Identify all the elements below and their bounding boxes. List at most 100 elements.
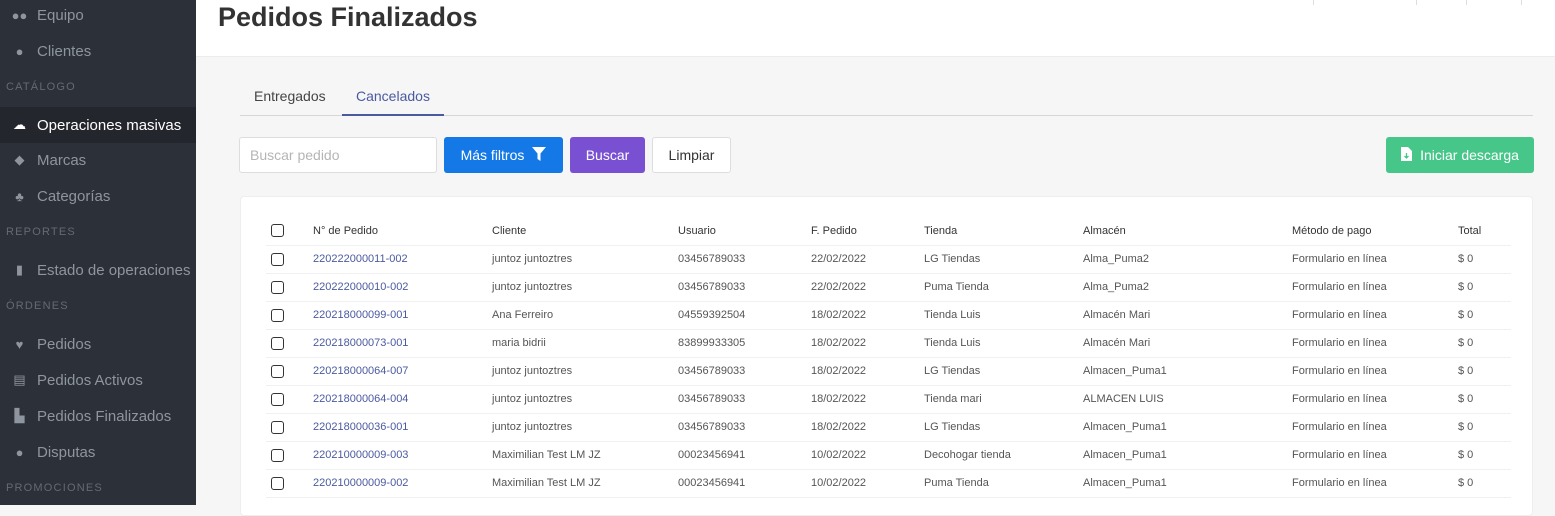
users-icon: ●●: [11, 7, 28, 23]
cell-client: Maximilian Test LM JZ: [492, 469, 678, 498]
order-link[interactable]: 220210000009-003: [313, 449, 408, 461]
cell-user: 00023456941: [678, 469, 811, 498]
row-checkbox[interactable]: [271, 280, 284, 294]
cell-total: $ 0: [1458, 357, 1511, 386]
table-row: 220218000036-001 juntoz juntoztres 0345678…: [266, 413, 1511, 442]
cell-warehouse: Almacen_Puma1: [1083, 469, 1292, 498]
col-header[interactable]: Método de pago: [1292, 217, 1458, 246]
table-row: 220210000009-002 Maximilian Test LM JZ 000…: [266, 469, 1511, 498]
cell-user: 00023456941: [678, 441, 811, 470]
order-link[interactable]: 220218000073-001: [313, 337, 408, 349]
cell-store: LG Tiendas: [924, 413, 1083, 442]
sidebar-item-pedidos-finalizados[interactable]: ▙ Pedidos Finalizados: [0, 398, 196, 434]
cell-client: Maximilian Test LM JZ: [492, 441, 678, 470]
cell-total: $ 0: [1458, 329, 1511, 358]
cell-user: 83899933305: [678, 329, 811, 358]
cell-payment-method: Formulario en línea: [1292, 413, 1458, 442]
table-header: N° de Pedido Cliente Usuario F. Pedido T…: [266, 217, 1511, 246]
row-checkbox[interactable]: [271, 308, 284, 322]
cell-user: 03456789033: [678, 385, 811, 414]
cell-store: Tienda Luis: [924, 329, 1083, 358]
select-all-checkbox[interactable]: [271, 224, 284, 238]
cell-warehouse: Almacén Mari: [1083, 301, 1292, 330]
col-header[interactable]: F. Pedido: [811, 217, 924, 246]
table-row: 220218000073-001 maria bidrii 83899933305 1…: [266, 329, 1511, 358]
table-row: 220222000011-002 juntoz juntoztres 0345678…: [266, 245, 1511, 274]
cell-total: $ 0: [1458, 385, 1511, 414]
cell-client: juntoz juntoztres: [492, 413, 678, 442]
cell-payment-method: Formulario en línea: [1292, 385, 1458, 414]
clear-button[interactable]: Limpiar: [652, 137, 731, 173]
order-link[interactable]: 220218000064-007: [313, 365, 408, 377]
cell-client: juntoz juntoztres: [492, 357, 678, 386]
tab-entregados[interactable]: Entregados: [240, 80, 340, 116]
order-link[interactable]: 220222000010-002: [313, 281, 408, 293]
section-promociones: PROMOCIONES: [6, 482, 103, 494]
cell-store: LG Tiendas: [924, 357, 1083, 386]
more-filters-button[interactable]: Más filtros: [444, 137, 563, 173]
page-header: Pedidos Finalizados: [196, 0, 1555, 57]
cell-total: $ 0: [1458, 441, 1511, 470]
row-checkbox[interactable]: [271, 364, 284, 378]
search-input[interactable]: [239, 137, 437, 173]
sidebar-item-marcas[interactable]: ◆ Marcas: [0, 142, 196, 178]
table-row: 220218000099-001 Ana Ferreiro 04559392504 1…: [266, 301, 1511, 330]
cell-store: Decohogar tienda: [924, 441, 1083, 470]
sidebar-item-estado-operaciones[interactable]: ▮ Estado de operaciones: [0, 252, 196, 288]
cell-warehouse: Almacen_Puma1: [1083, 441, 1292, 470]
sidebar-item-disputas[interactable]: ● Disputas: [0, 434, 196, 470]
order-link[interactable]: 220218000064-004: [313, 393, 408, 405]
cell-user: 03456789033: [678, 245, 811, 274]
order-link[interactable]: 220218000099-001: [313, 309, 408, 321]
cell-date: 18/02/2022: [811, 385, 924, 414]
cell-warehouse: Almacén Mari: [1083, 329, 1292, 358]
row-checkbox[interactable]: [271, 476, 284, 490]
col-header[interactable]: Total: [1458, 217, 1511, 246]
sitemap-icon: ♣: [15, 188, 24, 204]
cell-payment-method: Formulario en línea: [1292, 245, 1458, 274]
cell-client: Ana Ferreiro: [492, 301, 678, 330]
table-row: 220218000064-004 juntoz juntoztres 0345678…: [266, 385, 1511, 414]
cell-date: 18/02/2022: [811, 413, 924, 442]
sidebar-item-operaciones-masivas[interactable]: ☁ Operaciones masivas: [0, 107, 196, 143]
cloud-upload-icon: ☁: [13, 117, 26, 132]
user-icon: ●: [15, 43, 24, 59]
col-header[interactable]: Almacén: [1083, 217, 1292, 246]
search-button[interactable]: Buscar: [570, 137, 645, 173]
row-checkbox[interactable]: [271, 392, 284, 406]
sidebar-item-clientes[interactable]: ● Clientes: [0, 33, 196, 69]
row-checkbox[interactable]: [271, 336, 284, 350]
sidebar-item-pedidos-activos[interactable]: ▤ Pedidos Activos: [0, 362, 196, 398]
cell-store: Puma Tienda: [924, 273, 1083, 302]
sidebar-item-categorias[interactable]: ♣ Categorías: [0, 178, 196, 214]
tags-icon: ◆: [14, 152, 25, 167]
cell-store: Tienda Luis: [924, 301, 1083, 330]
cell-user: 03456789033: [678, 413, 811, 442]
sidebar-item-pedidos[interactable]: ♥ Pedidos: [0, 326, 196, 362]
order-link[interactable]: 220218000036-001: [313, 421, 408, 433]
cell-store: LG Tiendas: [924, 245, 1083, 274]
row-checkbox[interactable]: [271, 420, 284, 434]
tab-cancelados[interactable]: Cancelados: [342, 80, 444, 116]
comments-icon: ●: [15, 444, 24, 460]
cell-total: $ 0: [1458, 413, 1511, 442]
cell-user: 03456789033: [678, 357, 811, 386]
table-row: 220218000064-007 juntoz juntoztres 0345678…: [266, 357, 1511, 386]
row-checkbox[interactable]: [271, 252, 284, 266]
cell-payment-method: Formulario en línea: [1292, 329, 1458, 358]
row-checkbox[interactable]: [271, 448, 284, 462]
sidebar-item-equipo[interactable]: ●● Equipo: [0, 0, 196, 33]
col-header[interactable]: Usuario: [678, 217, 811, 246]
download-button[interactable]: Iniciar descarga: [1386, 137, 1534, 173]
orders-card: N° de Pedido Cliente Usuario F. Pedido T…: [240, 196, 1533, 516]
cell-warehouse: Almacen_Puma1: [1083, 413, 1292, 442]
col-header[interactable]: N° de Pedido: [313, 217, 492, 246]
cell-payment-method: Formulario en línea: [1292, 469, 1458, 498]
col-header[interactable]: Cliente: [492, 217, 678, 246]
order-link[interactable]: 220210000009-002: [313, 477, 408, 489]
order-link[interactable]: 220222000011-002: [313, 253, 408, 265]
cell-total: $ 0: [1458, 301, 1511, 330]
filter-icon: [532, 146, 547, 164]
cell-payment-method: Formulario en línea: [1292, 273, 1458, 302]
col-header[interactable]: Tienda: [924, 217, 1083, 246]
